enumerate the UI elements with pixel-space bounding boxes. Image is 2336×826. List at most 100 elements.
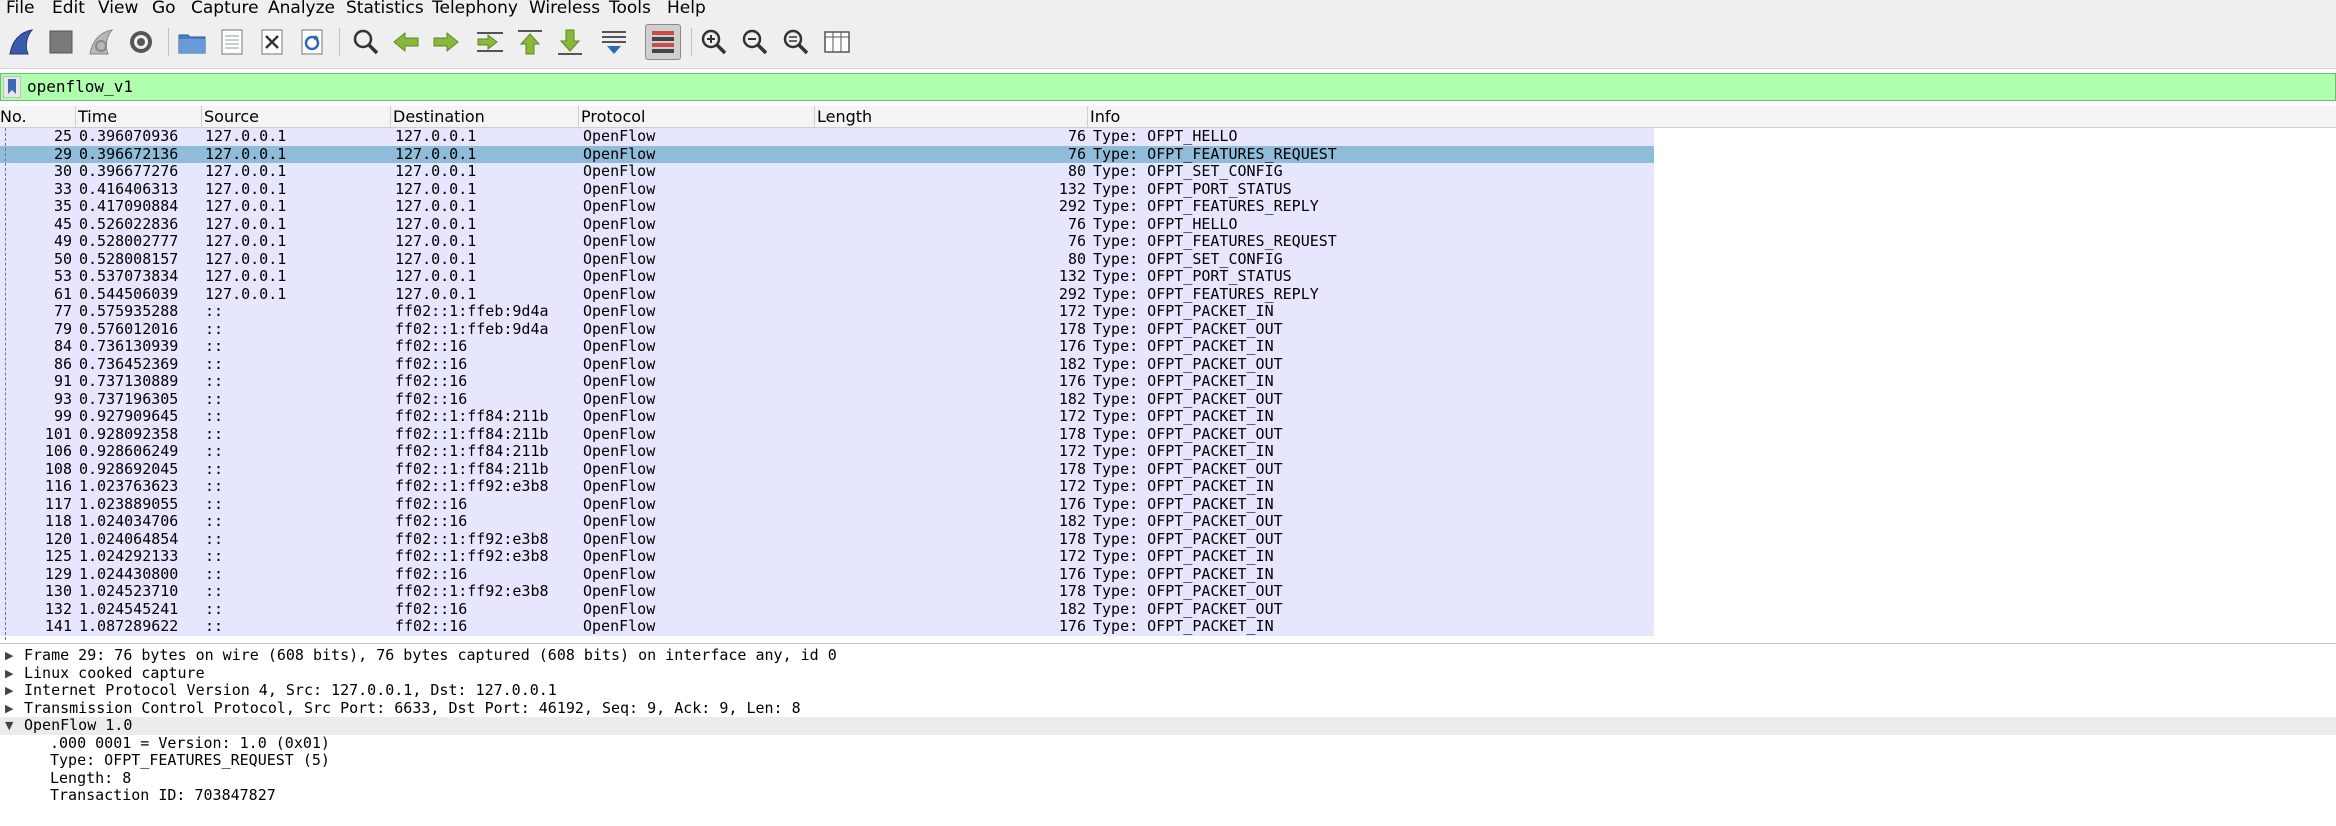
packet-row[interactable]: 79 0.576012016:: ff02::1:ffeb:9d4a OpenFlow… (0, 320, 1654, 338)
packet-info: Type: OFPT_PACKET_OUT (1093, 459, 1283, 478)
menu-go[interactable]: Go (152, 0, 176, 18)
zoom-out-icon[interactable] (737, 24, 773, 60)
go-last-packet-icon[interactable] (552, 24, 588, 60)
packet-row[interactable]: 120 1.024064854:: ff02::1:ff92:e3b8 OpenFlo… (0, 530, 1654, 548)
reload-icon[interactable] (294, 24, 330, 60)
packet-row[interactable]: 77 0.575935288:: ff02::1:ffeb:9d4a OpenFlow… (0, 302, 1654, 321)
packet-row[interactable]: 101 0.928092358:: ff02::1:ff84:211b OpenFlo… (0, 424, 1654, 443)
menu-bar: File Edit View Go Capture Analyze Statis… (0, 0, 2336, 18)
menu-wireless[interactable]: Wireless (529, 0, 600, 18)
detail-tree-item[interactable]: ▶ Linux cooked capture (0, 664, 2336, 683)
packet-row[interactable]: 93 0.737196305:: ff02::16 OpenFlow 182 Type: … (0, 390, 1654, 408)
go-back-arrow-icon[interactable] (388, 24, 424, 60)
find-magnifier-icon[interactable] (348, 24, 384, 60)
bookmark-icon[interactable] (3, 76, 21, 98)
packet-length: 76 (1067, 144, 1086, 163)
packet-row[interactable]: 61 0.544506039 127.0.0.1 127.0.0.1 OpenFlow 2… (0, 284, 1654, 303)
packet-length: 76 (1067, 127, 1086, 145)
packet-row[interactable]: 49 0.528002777 127.0.0.1 127.0.0.1 OpenFlow 7… (0, 232, 1654, 251)
collapsed-arrow-icon[interactable]: ▶ (5, 700, 13, 718)
packet-row[interactable]: 118 1.024034706:: ff02::16 OpenFlow 182 Type:… (0, 512, 1654, 531)
go-first-packet-icon[interactable] (512, 24, 548, 60)
packet-row[interactable]: 29 0.396672136 127.0.0.1 127.0.0.1 OpenFlow 7… (0, 144, 1654, 163)
collapsed-arrow-icon[interactable]: ▶ (5, 647, 13, 665)
column-header-source[interactable]: Source (202, 106, 391, 127)
packet-row[interactable]: 141 1.087289622:: ff02::16 OpenFlow 176 Type:… (0, 617, 1654, 636)
detail-field[interactable]: .000 0001 = Version: 1.0 (0x01) (0, 734, 2336, 753)
packet-length: 172 (1058, 442, 1086, 460)
expanded-arrow-icon[interactable]: ▼ (5, 717, 13, 735)
column-header-info[interactable]: Info (1088, 106, 2336, 127)
packet-row[interactable]: 99 0.927909645:: ff02::1:ff84:211b OpenFlow… (0, 407, 1654, 426)
packet-row[interactable]: 86 0.736452369:: ff02::16 OpenFlow 182 Type: … (0, 354, 1654, 373)
packet-row[interactable]: 53 0.537073834 127.0.0.1 127.0.0.1 OpenFlow 1… (0, 267, 1654, 286)
detail-tree-item[interactable]: ▶ Internet Protocol Version 4, Src: 127.0… (0, 681, 2336, 700)
menu-file[interactable]: File (6, 0, 34, 18)
column-header-length[interactable]: Length (815, 106, 1088, 127)
column-header-time[interactable]: Time (76, 106, 202, 127)
file-save-icon[interactable] (214, 24, 250, 60)
file-close-icon[interactable] (254, 24, 290, 60)
autoscroll-icon[interactable] (596, 24, 632, 60)
colorize-icon[interactable] (645, 24, 681, 60)
packet-row[interactable]: 129 1.024430800:: ff02::16 OpenFlow 176 Type:… (0, 565, 1654, 583)
packet-row[interactable]: 33 0.416406313 127.0.0.1 127.0.0.1 OpenFlow 1… (0, 180, 1654, 198)
packet-row[interactable]: 132 1.024545241:: ff02::16 OpenFlow 182 Type:… (0, 600, 1654, 618)
packet-row[interactable]: 35 0.417090884 127.0.0.1 127.0.0.1 OpenFlow 2… (0, 197, 1654, 216)
packet-row[interactable]: 117 1.023889055:: ff02::16 OpenFlow 176 Type:… (0, 495, 1654, 513)
packet-length: 178 (1058, 424, 1086, 443)
shark-fin-restart-icon[interactable] (83, 24, 119, 60)
packet-info: Type: OFPT_PACKET_IN (1093, 477, 1274, 495)
column-header-destination[interactable]: Destination (391, 106, 579, 127)
menu-help[interactable]: Help (667, 0, 706, 18)
packet-row[interactable]: 45 0.526022836 127.0.0.1 127.0.0.1 OpenFlow 7… (0, 215, 1654, 233)
stop-square-icon[interactable] (43, 24, 79, 60)
packet-row[interactable]: 50 0.528008157 127.0.0.1 127.0.0.1 OpenFlow 8… (0, 249, 1654, 268)
menu-edit[interactable]: Edit (52, 0, 85, 18)
menu-telephony[interactable]: Telephony (432, 0, 518, 18)
menu-capture[interactable]: Capture (191, 0, 259, 18)
packet-row[interactable]: 84 0.736130939:: ff02::16 OpenFlow 176 Type: … (0, 337, 1654, 356)
packet-row[interactable]: 125 1.024292133:: ff02::1:ff92:e3b8 OpenFlo… (0, 547, 1654, 566)
detail-field[interactable]: Transaction ID: 703847827 (0, 786, 2336, 805)
detail-field[interactable]: Type: OFPT_FEATURES_REQUEST (5) (0, 751, 2336, 770)
collapsed-arrow-icon[interactable]: ▶ (5, 665, 13, 683)
menu-tools[interactable]: Tools (609, 0, 651, 18)
zoom-normal-icon[interactable] (778, 24, 814, 60)
packet-row[interactable]: 108 0.928692045:: ff02::1:ff84:211b OpenFlo… (0, 459, 1654, 478)
collapsed-arrow-icon[interactable]: ▶ (5, 682, 13, 700)
zoom-in-icon[interactable] (696, 24, 732, 60)
packet-length: 80 (1067, 162, 1086, 180)
packet-row[interactable]: 30 0.396677276 127.0.0.1 127.0.0.1 OpenFlow 8… (0, 162, 1654, 181)
packet-row[interactable]: 25 0.396070936 127.0.0.1 127.0.0.1 OpenFlow 7… (0, 127, 1654, 146)
menu-statistics[interactable]: Statistics (346, 0, 424, 18)
display-filter-input[interactable]: openflow_v1 (27, 77, 133, 96)
resize-columns-icon[interactable] (819, 24, 855, 60)
detail-field[interactable]: Length: 8 (0, 769, 2336, 788)
packet-length: 76 (1067, 232, 1086, 250)
gear-options-icon[interactable] (123, 24, 159, 60)
menu-view[interactable]: View (98, 0, 138, 18)
packet-info: Type: OFPT_FEATURES_REQUEST (1093, 144, 1337, 163)
packet-info: Type: OFPT_PACKET_OUT (1093, 512, 1283, 530)
menu-analyze[interactable]: Analyze (268, 0, 335, 18)
packet-info: Type: OFPT_PACKET_IN (1093, 337, 1274, 355)
packet-row[interactable]: 130 1.024523710:: ff02::1:ff92:e3b8 OpenFlo… (0, 582, 1654, 601)
go-forward-arrow-icon[interactable] (428, 24, 464, 60)
shark-fin-start-icon[interactable] (3, 24, 39, 60)
packet-row[interactable]: 91 0.737130889:: ff02::16 OpenFlow 176 Type: … (0, 372, 1654, 391)
packet-info: Type: OFPT_SET_CONFIG (1093, 249, 1283, 268)
folder-open-icon[interactable] (174, 24, 210, 60)
packet-length: 292 (1058, 284, 1086, 303)
detail-tree-item[interactable]: ▼ OpenFlow 1.0 (0, 716, 2336, 735)
go-to-packet-icon[interactable] (472, 24, 508, 60)
detail-tree-item[interactable]: ▶ Frame 29: 76 bytes on wire (608 bits), … (0, 646, 2336, 665)
packet-row[interactable]: 106 0.928606249:: ff02::1:ff84:211b OpenFlo… (0, 442, 1654, 461)
detail-tree-item[interactable]: ▶ Transmission Control Protocol, Src Port… (0, 699, 2336, 718)
packet-info: Type: OFPT_PACKET_OUT (1093, 354, 1283, 373)
packet-row[interactable]: 116 1.023763623:: ff02::1:ff92:e3b8 OpenFlo… (0, 477, 1654, 496)
packet-length: 182 (1058, 354, 1086, 373)
column-header-no[interactable]: No. (0, 106, 76, 127)
packet-info: Type: OFPT_PACKET_IN (1093, 407, 1274, 425)
column-header-protocol[interactable]: Protocol (579, 106, 815, 127)
